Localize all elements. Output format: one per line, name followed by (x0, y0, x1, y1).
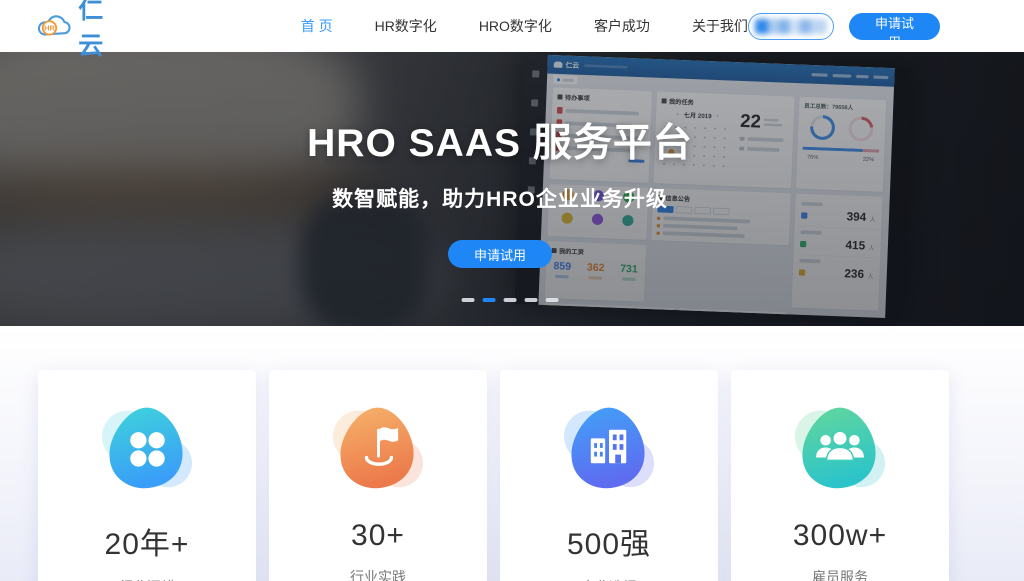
team-icon (792, 400, 888, 492)
stat-number: 500强 (500, 519, 718, 563)
stats-section: 20年+ 行业深耕 30+ 行业实践 (0, 326, 1024, 581)
carousel-indicators (462, 298, 559, 302)
carousel-dot-1[interactable] (462, 298, 475, 302)
hero-banner: 仁云 待办事项 (0, 52, 1024, 326)
cloud-hr-icon: HR (35, 11, 74, 41)
stat-card-employee-service: 300w+ 雇员服务 (731, 370, 949, 581)
stat-number: 30+ (269, 519, 487, 553)
stat-label: 行业实践 (269, 567, 487, 581)
top-nav-bar: HR 仁云 首 页 HR数字化 HRO数字化 客户成功 关于我们 申请试用 (0, 0, 1024, 52)
stat-card-industry-practice: 30+ 行业实践 (269, 370, 487, 581)
stat-label: 企业选择 (500, 577, 718, 581)
carousel-dot-5[interactable] (546, 298, 559, 302)
nav-item-hr-digital[interactable]: HR数字化 (375, 16, 437, 36)
buildings-icon (561, 400, 657, 492)
nav-item-hro-digital[interactable]: HRO数字化 (479, 16, 552, 36)
main-nav: 首 页 HR数字化 HRO数字化 客户成功 关于我们 (301, 16, 748, 36)
apply-trial-button[interactable]: 申请试用 (849, 13, 940, 40)
hero-apply-trial-button[interactable]: 申请试用 (448, 240, 552, 268)
blurred-phone-number (755, 19, 827, 34)
stat-label: 行业深耕 (38, 577, 256, 581)
phone-number-pill[interactable] (748, 13, 834, 40)
logo-text: 仁云 (78, 0, 128, 62)
carousel-dot-2[interactable] (483, 298, 496, 302)
hero-subtitle: 数智赋能，助力HRO企业业务升级 (295, 183, 705, 213)
stat-card-fortune500: 500强 企业选择 (500, 370, 718, 581)
logo: HR 仁云 (35, 0, 129, 62)
carousel-dot-4[interactable] (525, 298, 538, 302)
flag-icon (330, 400, 426, 492)
stat-number: 300w+ (731, 519, 949, 553)
nav-item-customer-success[interactable]: 客户成功 (594, 16, 650, 36)
clover-icon (99, 400, 195, 492)
stat-number: 20年+ (38, 519, 256, 563)
svg-text:HR: HR (44, 24, 55, 33)
stat-label: 雇员服务 (731, 567, 949, 581)
carousel-dot-3[interactable] (504, 298, 517, 302)
hero-title: HRO SAAS 服务平台 (295, 112, 705, 168)
nav-item-home[interactable]: 首 页 (301, 16, 333, 36)
nav-item-about-us[interactable]: 关于我们 (692, 16, 748, 36)
stat-card-industry-experience: 20年+ 行业深耕 (38, 370, 256, 581)
